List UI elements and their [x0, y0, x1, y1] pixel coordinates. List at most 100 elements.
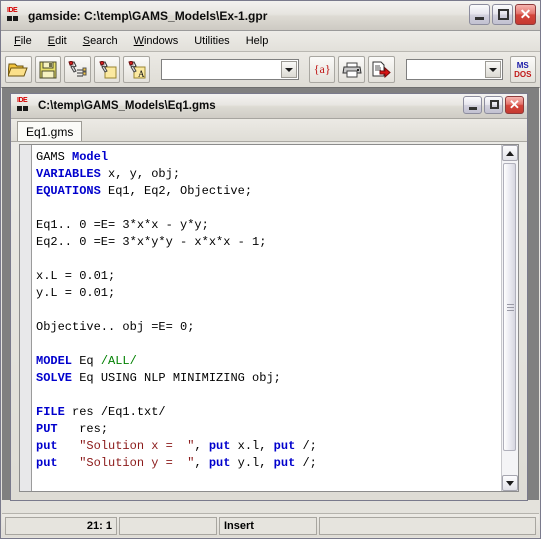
code-line: Objective.. obj =E= 0;	[36, 319, 501, 336]
code-token: put	[36, 439, 58, 453]
search-text-button[interactable]: A	[123, 56, 150, 83]
code-token: Eq2.. 0 =E= 3*x*y*y - x*x*x - 1;	[36, 235, 267, 249]
code-token: "Solution y = "	[79, 456, 195, 470]
minimize-button[interactable]	[469, 4, 490, 25]
code-line: Eq2.. 0 =E= 3*x*y*y - x*x*x - 1;	[36, 234, 501, 251]
target-combo-input[interactable]	[407, 60, 493, 79]
code-line: x.L = 0.01;	[36, 268, 501, 285]
child-titlebar: IDE C:\temp\GAMS_Models\Eq1.gms ✕	[11, 94, 527, 119]
code-token: MODEL	[36, 354, 73, 368]
maximize-button[interactable]	[492, 4, 513, 25]
code-token: VARIABLES	[36, 167, 101, 181]
editor-vertical-scrollbar[interactable]	[501, 145, 518, 491]
code-token: Eq	[72, 354, 101, 368]
menu-windows[interactable]: Windows	[127, 33, 186, 49]
chevron-down-icon[interactable]	[281, 61, 298, 78]
code-line: y.L = 0.01;	[36, 285, 501, 302]
open-folder-icon	[8, 63, 28, 77]
code-token: Eq1.. 0 =E= 3*x*x - y*y;	[36, 218, 209, 232]
code-token: put	[273, 439, 296, 453]
code-line: put "Solution y = ", put y.l, put /;	[36, 455, 501, 472]
tab-label: Eq1.gms	[26, 125, 74, 139]
scrollbar-thumb[interactable]	[503, 163, 516, 451]
child-window-title: C:\temp\GAMS_Models\Eq1.gms	[38, 100, 216, 112]
printer-icon	[342, 62, 362, 77]
run-button[interactable]	[367, 56, 395, 83]
model-combo[interactable]	[161, 59, 300, 80]
editor-code-area[interactable]: GAMS Model VARIABLES x, y, obj; EQUATIONS …	[32, 145, 501, 491]
cursor-position-label: 21: 1	[86, 519, 112, 532]
code-token: ,	[194, 439, 209, 453]
menu-help[interactable]: Help	[239, 33, 276, 49]
code-token: SOLVE	[36, 371, 73, 385]
close-button[interactable]: ✕	[515, 4, 536, 25]
menu-edit[interactable]: Edit	[41, 33, 74, 49]
child-close-icon: ✕	[509, 97, 520, 112]
code-token: Model	[72, 150, 109, 164]
code-token: /;	[295, 439, 317, 453]
mdi-client-area: IDE C:\temp\GAMS_Models\Eq1.gms ✕ Eq1.gm…	[2, 87, 539, 501]
target-combo[interactable]	[406, 59, 503, 80]
code-token: put	[208, 456, 231, 470]
model-combo-input[interactable]	[162, 60, 292, 79]
code-token: Eq1, Eq2, Objective;	[100, 184, 253, 198]
window-controls: ✕	[469, 4, 536, 25]
code-token: Objective.. obj =E= 0;	[36, 320, 195, 334]
child-close-button[interactable]: ✕	[505, 96, 524, 114]
code-line: put "Solution x = ", put x.l, put /;	[36, 438, 501, 455]
scroll-up-button[interactable]	[502, 145, 518, 161]
source-code: GAMS Model VARIABLES x, y, obj; EQUATIONS …	[36, 149, 501, 491]
toolbar: A {a} MS DOS	[1, 52, 540, 88]
status-insert-mode: Insert	[219, 516, 317, 535]
code-line: Eq1.. 0 =E= 3*x*x - y*y;	[36, 217, 501, 234]
code-token: x.l,	[230, 439, 274, 453]
editor-frame: GAMS Model VARIABLES x, y, obj; EQUATIONS …	[19, 144, 519, 492]
print-button[interactable]	[338, 56, 365, 83]
menu-file[interactable]: File	[7, 33, 39, 49]
flashlight-list-icon	[68, 60, 87, 76]
code-token: ,	[194, 456, 209, 470]
flashlight-page-icon	[99, 60, 117, 78]
window-title: gamside: C:\temp\GAMS_Models\Ex-1.gpr	[28, 8, 268, 23]
child-maximize-button[interactable]	[484, 96, 503, 114]
code-token: EQUATIONS	[36, 184, 101, 198]
msdos-button[interactable]: MS DOS	[509, 56, 537, 83]
macro-button[interactable]: {a}	[308, 56, 336, 83]
menu-search[interactable]: Search	[76, 33, 125, 49]
close-icon: ✕	[519, 6, 532, 22]
code-line: SOLVE Eq USING NLP MINIMIZING obj;	[36, 370, 501, 387]
menu-utilities[interactable]: Utilities	[187, 33, 236, 49]
search-list-button[interactable]	[64, 56, 91, 83]
code-token: res /Eq1.txt/	[64, 405, 166, 419]
code-token: put	[273, 456, 296, 470]
scrollbar-grip	[507, 304, 514, 311]
code-token: res;	[57, 422, 109, 436]
open-folder-button[interactable]	[5, 56, 32, 83]
scroll-down-button[interactable]	[502, 475, 518, 491]
code-token: "Solution x = "	[79, 439, 195, 453]
msdos-icon: MS DOS	[514, 61, 531, 79]
tab-eq1-gms[interactable]: Eq1.gms	[17, 121, 83, 141]
status-panel-4	[319, 516, 536, 535]
status-panel-2	[119, 516, 217, 535]
statusbar: 21: 1 Insert	[2, 513, 539, 537]
editor-gutter	[20, 145, 32, 491]
child-minimize-button[interactable]	[463, 96, 482, 114]
code-line: FILE res /Eq1.txt/	[36, 404, 501, 421]
search-page-button[interactable]	[93, 56, 121, 83]
code-line: GAMS Model	[36, 149, 501, 166]
floppy-icon	[39, 61, 57, 78]
child-window-editor: IDE C:\temp\GAMS_Models\Eq1.gms ✕ Eq1.gm…	[10, 93, 528, 501]
code-token: /ALL/	[100, 354, 137, 368]
chevron-down-icon-2[interactable]	[484, 61, 501, 78]
save-button[interactable]	[34, 56, 62, 83]
child-window-controls: ✕	[463, 96, 524, 114]
application-window: IDE gamside: C:\temp\GAMS_Models\Ex-1.gp…	[0, 0, 541, 539]
code-line: MODEL Eq /ALL/	[36, 353, 501, 370]
ide-icon: IDE	[7, 7, 23, 24]
